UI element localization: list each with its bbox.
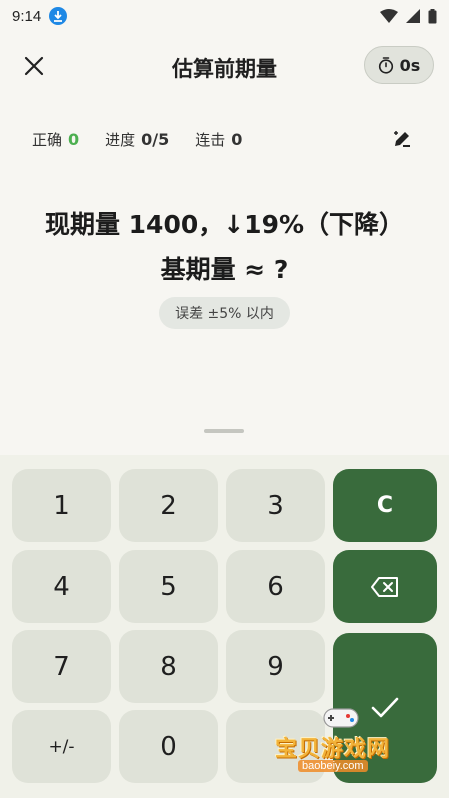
signal-icon <box>406 9 420 23</box>
key-8[interactable]: 8 <box>119 630 218 703</box>
stat-combo: 连击 0 <box>195 129 242 150</box>
edit-icon <box>394 131 410 147</box>
stat-correct-value: 0 <box>68 129 80 149</box>
key-5[interactable]: 5 <box>119 550 218 623</box>
sign-toggle-button[interactable]: +/- <box>12 710 111 783</box>
status-time: 9:14 <box>12 7 42 25</box>
backspace-button[interactable] <box>333 550 437 623</box>
key-3[interactable]: 3 <box>226 469 325 542</box>
backspace-icon <box>371 576 398 597</box>
stat-progress-label: 进度 <box>105 130 136 149</box>
drag-handle[interactable] <box>204 429 244 433</box>
stat-combo-label: 连击 <box>195 130 226 149</box>
decimal-point-button[interactable] <box>226 710 325 783</box>
timer-icon <box>378 56 393 74</box>
stats-row: 正确 0 进度 0/5 连击 0 <box>32 127 422 151</box>
status-icons <box>380 8 437 24</box>
stat-correct: 正确 0 <box>32 129 79 150</box>
key-7[interactable]: 7 <box>12 630 111 703</box>
numeric-keypad: 1 2 3 C 4 5 6 7 8 9 +/- 0 <box>0 455 449 798</box>
timer-chip[interactable]: 0s <box>364 46 434 84</box>
question-line-2: 基期量 ≈ ? <box>160 255 289 284</box>
tolerance-chip: 误差 ±5% 以内 <box>159 297 290 329</box>
key-2[interactable]: 2 <box>119 469 218 542</box>
edit-button[interactable] <box>390 127 414 151</box>
battery-icon <box>428 8 437 23</box>
key-9[interactable]: 9 <box>226 630 325 703</box>
key-0[interactable]: 0 <box>119 710 218 783</box>
stat-progress: 进度 0/5 <box>105 129 169 150</box>
timer-value: 0s <box>399 55 421 75</box>
clear-button[interactable]: C <box>333 469 437 542</box>
key-6[interactable]: 6 <box>226 550 325 623</box>
stat-correct-label: 正确 <box>32 130 63 149</box>
key-4[interactable]: 4 <box>12 550 111 623</box>
stat-progress-value: 0/5 <box>141 129 170 149</box>
top-app-bar: 估算前期量 0s <box>0 44 449 88</box>
key-1[interactable]: 1 <box>12 469 111 542</box>
download-icon <box>49 7 68 25</box>
status-bar: 9:14 <box>0 0 449 32</box>
question-line-1: 现期量 1400，↓19%（下降） <box>44 210 405 239</box>
stat-combo-value: 0 <box>231 129 243 149</box>
wifi-icon <box>380 9 398 23</box>
check-icon <box>371 697 399 718</box>
submit-button[interactable] <box>333 633 437 783</box>
